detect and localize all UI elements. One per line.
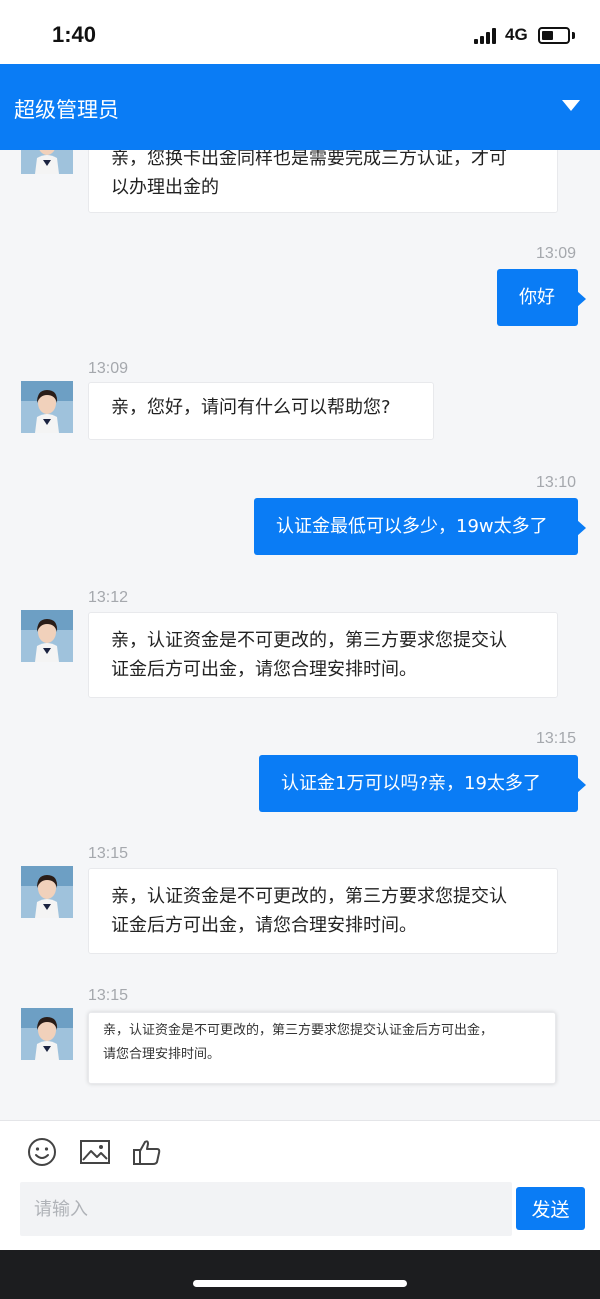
message-text: 你好 [519, 287, 555, 308]
send-button[interactable]: 发送 [516, 1187, 585, 1230]
chat-title: 超级管理员 [14, 98, 119, 122]
incoming-message-bubble: 亲，您换卡出金同样也是需要完成三方认证，才可 以办理出金的 [88, 150, 558, 213]
incoming-message-bubble: 亲，认证资金是不可更改的，第三方要求您提交认 证金后方可出金，请您合理安排时间。 [88, 868, 558, 954]
message-line: 亲，认证资金是不可更改的，第三方要求您提交认 [111, 886, 507, 907]
home-bar [0, 1250, 600, 1299]
message-time: 13:09 [88, 360, 129, 377]
status-bar: 1:40 4G [0, 0, 600, 64]
status-time: 1:40 [52, 22, 97, 47]
message-time: 13:09 [536, 245, 577, 262]
avatar-image [21, 866, 73, 918]
bubble-tail [577, 291, 586, 307]
avatar-image [21, 1008, 73, 1060]
message-line: 证金后方可出金，请您合理安排时间。 [111, 915, 417, 936]
bubble-tail [577, 777, 586, 793]
message-line: 亲，认证资金是不可更改的，第三方要求您提交认证金后方可出金， [103, 1023, 494, 1038]
message-line: 亲，您换卡出金同样也是需要完成三方认证，才可 [111, 150, 507, 169]
message-line: 亲，认证资金是不可更改的，第三方要求您提交认 [111, 630, 507, 651]
message-line: 亲，您好，请问有什么可以帮助您? [111, 397, 391, 418]
incoming-message-bubble: 亲，认证资金是不可更改的，第三方要求您提交认 证金后方可出金，请您合理安排时间。 [88, 612, 558, 698]
network-label: 4G [505, 25, 528, 44]
outgoing-message-bubble: 认证金最低可以多少，19w太多了 [254, 498, 586, 555]
signal-icon [474, 28, 500, 44]
battery-tip [572, 32, 575, 39]
message-line: 以办理出金的 [111, 177, 219, 198]
battery-icon [538, 27, 570, 44]
message-time: 13:12 [88, 589, 129, 606]
agent-avatar [21, 150, 73, 174]
message-line: 证金后方可出金，请您合理安排时间。 [111, 659, 417, 680]
image-icon[interactable] [79, 1137, 111, 1167]
agent-avatar [21, 1008, 73, 1060]
emoji-icon[interactable] [27, 1137, 57, 1167]
battery-level [542, 31, 553, 40]
avatar-image [21, 150, 73, 174]
agent-avatar [21, 610, 73, 662]
message-text: 认证金最低可以多少，19w太多了 [276, 516, 548, 537]
caret-down-icon[interactable] [562, 100, 580, 111]
agent-avatar [21, 866, 73, 918]
message-text: 认证金1万可以吗?亲，19太多了 [281, 773, 541, 794]
avatar-image [21, 610, 73, 662]
message-input[interactable] [20, 1182, 512, 1236]
bubble-tail [577, 520, 586, 536]
input-toolbar: 发送 [0, 1120, 600, 1250]
agent-avatar [21, 381, 73, 433]
chat-message-list[interactable]: 亲，您换卡出金同样也是需要完成三方认证，才可 以办理出金的 13:09 你好 1… [0, 150, 600, 1120]
message-time: 13:15 [536, 730, 577, 747]
thumbs-up-icon[interactable] [132, 1137, 162, 1167]
chat-header: 超级管理员 [0, 64, 600, 150]
avatar-image [21, 381, 73, 433]
outgoing-message-bubble: 认证金1万可以吗?亲，19太多了 [259, 755, 586, 812]
message-time: 13:15 [88, 845, 129, 862]
image-message-bubble[interactable]: 亲，认证资金是不可更改的，第三方要求您提交认证金后方可出金， 请您合理安排时间。 [88, 1012, 556, 1084]
message-line: 请您合理安排时间。 [103, 1047, 221, 1062]
message-time: 13:15 [88, 987, 129, 1004]
home-indicator[interactable] [193, 1280, 407, 1287]
message-time: 13:10 [536, 474, 577, 491]
incoming-message-bubble: 亲，您好，请问有什么可以帮助您? [88, 382, 434, 440]
outgoing-message-bubble: 你好 [497, 269, 586, 326]
